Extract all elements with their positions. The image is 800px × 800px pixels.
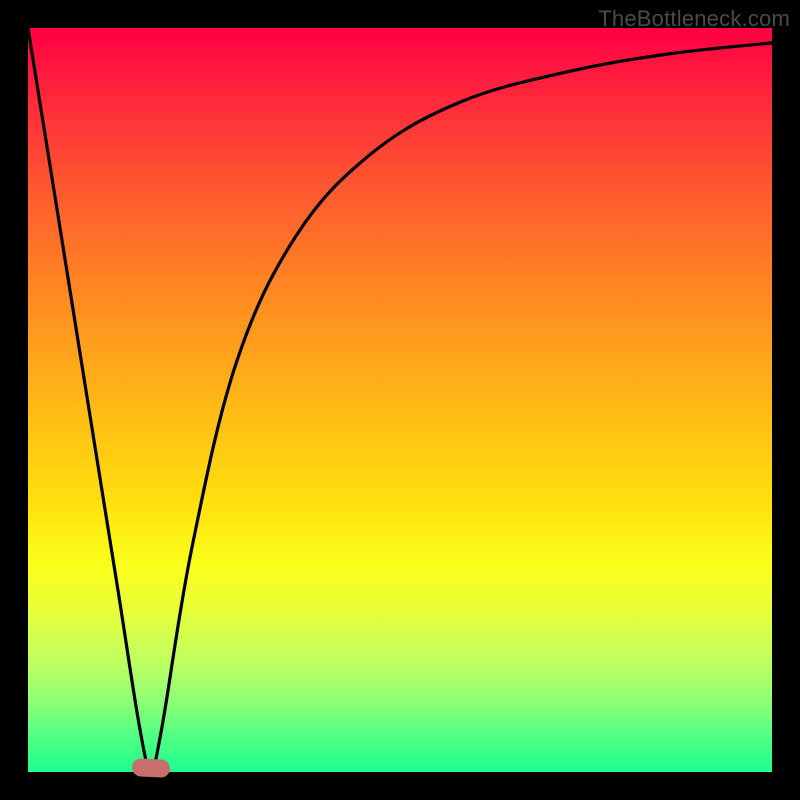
watermark-text: TheBottleneck.com <box>598 6 790 32</box>
plot-area <box>28 28 772 772</box>
curve-path <box>28 28 772 768</box>
bottleneck-curve <box>28 28 772 772</box>
optimal-marker <box>131 758 170 778</box>
chart-frame: TheBottleneck.com <box>0 0 800 800</box>
